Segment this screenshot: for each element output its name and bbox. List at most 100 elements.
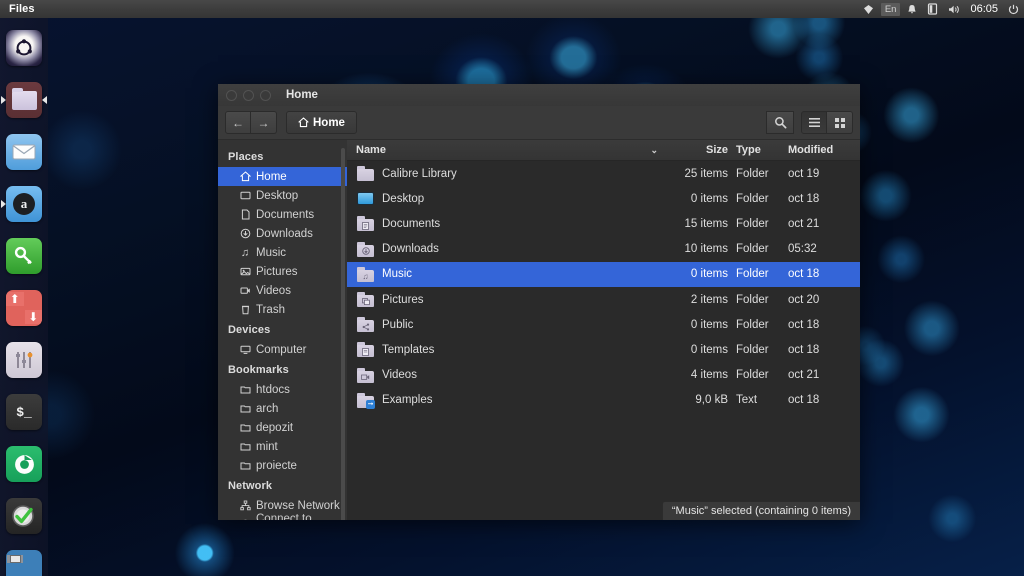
file-size: 0 items	[690, 192, 728, 205]
sidebar-label: Computer	[256, 343, 307, 356]
column-header-name[interactable]: Name ⌄	[347, 140, 664, 161]
folder-documents-icon	[357, 216, 374, 232]
home-icon	[239, 171, 251, 183]
launcher-item-web-browser[interactable]	[0, 440, 48, 488]
power-icon[interactable]	[1003, 0, 1024, 18]
file-list-view: Name ⌄ Size Type Modified Calibre Librar…	[347, 140, 860, 520]
window-title: Home	[286, 89, 318, 101]
row-name-cell: Public	[347, 317, 664, 333]
minimize-button[interactable]	[243, 89, 254, 101]
window-titlebar[interactable]: Home	[218, 84, 860, 106]
launcher-item-dash-home[interactable]	[0, 24, 48, 72]
folder-icon	[239, 460, 251, 472]
table-row[interactable]: Downloads 10 items Folder 05:32	[347, 237, 860, 262]
sidebar-item-videos[interactable]: Videos	[218, 281, 347, 300]
file-size: 25 items	[684, 167, 728, 180]
panel-app-name[interactable]: Files	[9, 3, 35, 15]
file-modified: oct 18	[788, 394, 820, 407]
sidebar-item-home[interactable]: Home	[218, 167, 347, 186]
launcher-item-terminal[interactable]: $_	[0, 388, 48, 436]
row-name-cell: ♫ Music	[347, 266, 664, 282]
sidebar-scrollbar[interactable]	[341, 148, 345, 520]
file-modified: 05:32	[788, 243, 817, 256]
search-button[interactable]	[766, 111, 794, 134]
row-name-cell: Downloads	[347, 241, 664, 257]
sidebar-item-trash[interactable]: Trash	[218, 300, 347, 319]
sidebar-heading-places: Places	[228, 151, 264, 163]
table-row[interactable]: Calibre Library 25 items Folder oct 19	[347, 161, 860, 186]
file-name: Desktop	[382, 192, 425, 205]
folder-videos-icon	[357, 367, 374, 383]
launcher-item-passwords-keys[interactable]	[0, 232, 48, 280]
unity-launcher: a ⬆ ⬇ $_	[0, 18, 48, 576]
sidebar-label: Videos	[256, 284, 291, 297]
column-header-modified[interactable]: Modified	[788, 140, 860, 161]
sidebar-label: arch	[256, 402, 279, 415]
maximize-button[interactable]	[260, 89, 271, 101]
launcher-item-system-settings[interactable]	[0, 336, 48, 384]
launcher-item-workspace-switcher[interactable]	[0, 544, 48, 576]
file-name: Music	[382, 268, 413, 281]
sidebar-label: Trash	[256, 303, 285, 316]
file-type: Folder	[736, 293, 769, 306]
sidebar-item-arch[interactable]: arch	[218, 399, 347, 418]
sidebar-item-downloads[interactable]: Downloads	[218, 224, 347, 243]
sidebar-item-connect-to-server[interactable]: Connect to Server	[218, 513, 347, 520]
panel-clock[interactable]: 06:05	[965, 3, 1003, 15]
back-button[interactable]: ←	[225, 111, 251, 134]
sidebar-item-htdocs[interactable]: htdocs	[218, 380, 347, 399]
launcher-item-mail[interactable]	[0, 128, 48, 176]
close-button[interactable]	[226, 89, 237, 101]
battery-icon[interactable]	[922, 0, 943, 18]
forward-button[interactable]: →	[251, 111, 277, 134]
window-body: Places Home Desktop Documents Downloads …	[218, 140, 860, 520]
ubuntu-dash-icon	[6, 30, 42, 66]
table-row[interactable]: Public 0 items Folder oct 18	[347, 312, 860, 337]
launcher-item-amazon[interactable]: a	[0, 180, 48, 228]
keyboard-layout-indicator[interactable]: En	[880, 2, 901, 16]
launcher-item-files[interactable]	[0, 76, 48, 124]
table-row[interactable]: ♫ Music 0 items Folder oct 18	[347, 261, 860, 287]
disk-check-icon	[6, 498, 42, 534]
sidebar-item-desktop[interactable]: Desktop	[218, 186, 347, 205]
column-header-type[interactable]: Type	[736, 140, 788, 161]
table-row[interactable]: Pictures 2 items Folder oct 20	[347, 287, 860, 312]
file-name: Pictures	[382, 293, 424, 306]
file-type: Folder	[736, 217, 769, 230]
table-row[interactable]: Templates 0 items Folder oct 18	[347, 337, 860, 362]
grid-view-button[interactable]	[827, 111, 853, 134]
folder-desktop-icon	[357, 191, 374, 206]
table-row[interactable]: Desktop 0 items Folder oct 18	[347, 186, 860, 211]
notification-bell-icon[interactable]	[902, 0, 922, 18]
top-panel: Files En 06:05	[0, 0, 1024, 18]
file-size: 10 items	[684, 243, 728, 256]
file-size: 15 items	[684, 217, 728, 230]
sidebar-label: Documents	[256, 208, 315, 221]
table-row[interactable]: Videos 4 items Folder oct 21	[347, 363, 860, 388]
network-icon	[239, 500, 251, 512]
launcher-item-file-transfer[interactable]: ⬆ ⬇	[0, 284, 48, 332]
file-name: Documents	[382, 217, 441, 230]
table-row[interactable]: Documents 15 items Folder oct 21	[347, 211, 860, 236]
sidebar-item-documents[interactable]: Documents	[218, 205, 347, 224]
launcher-item-disk-usage-analyzer[interactable]	[0, 492, 48, 540]
file-name: Downloads	[382, 243, 439, 256]
column-header-size[interactable]: Size	[664, 140, 736, 161]
document-icon	[239, 209, 251, 221]
folder-public-icon	[357, 317, 374, 333]
sidebar-item-proiecte[interactable]: proiecte	[218, 456, 347, 475]
table-row[interactable]: ➞ Examples 9,0 kB Text oct 18	[347, 388, 860, 413]
network-icon[interactable]	[858, 0, 879, 18]
sidebar-item-mint[interactable]: mint	[218, 437, 347, 456]
sidebar-item-depozit[interactable]: depozit	[218, 418, 347, 437]
sort-chevron-icon[interactable]: ⌄	[650, 145, 658, 156]
key-icon	[6, 238, 42, 274]
volume-icon[interactable]	[943, 0, 965, 18]
sidebar-heading-network: Network	[228, 480, 273, 492]
sidebar-item-pictures[interactable]: Pictures	[218, 262, 347, 281]
list-view-button[interactable]	[801, 111, 827, 134]
breadcrumb-home[interactable]: Home	[286, 111, 357, 134]
sidebar-item-music[interactable]: ♫ Music	[218, 243, 347, 262]
sidebar-item-computer[interactable]: Computer	[218, 340, 347, 359]
file-type: Folder	[736, 243, 769, 256]
